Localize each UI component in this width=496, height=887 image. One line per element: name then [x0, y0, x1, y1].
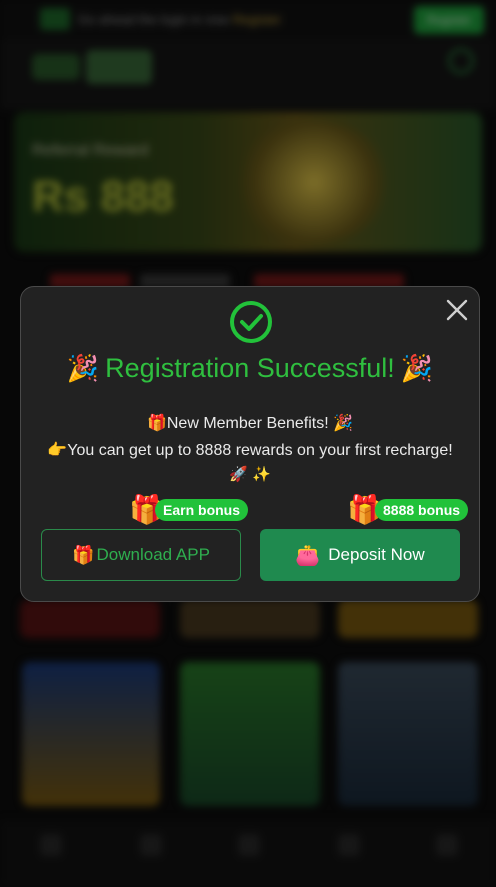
rocket-sparkle-icon: 🚀 ✨: [229, 466, 271, 483]
download-app-button[interactable]: 🎁 Download APP: [41, 529, 241, 581]
registration-success-dialog: 🎉 Registration Successful! 🎉 🎁New Member B…: [20, 286, 480, 602]
benefits-text: 🎁New Member Benefits! 🎉: [146, 415, 354, 432]
rewards-text: 👉You can get up to 8888 rewards on your …: [47, 442, 453, 459]
page: Go ahead the login in now Register Regis…: [0, 0, 496, 887]
bonus-amount-badge: 8888 bonus: [375, 499, 469, 521]
earn-bonus-badge: Earn bonus: [155, 499, 249, 521]
party-popper-icon: 🎉: [66, 353, 100, 383]
gift-icon: 🎁: [72, 544, 95, 565]
download-app-label: Download APP: [96, 545, 210, 564]
close-icon[interactable]: [444, 297, 470, 323]
dialog-title: Registration Successful!: [105, 353, 395, 383]
wallet-icon: 👛: [295, 544, 321, 567]
deposit-now-label: Deposit Now: [328, 545, 425, 564]
deposit-now-button[interactable]: 👛 Deposit Now: [260, 529, 460, 581]
earn-bonus-tag: 🎁 Earn bonus: [129, 493, 249, 527]
party-popper-icon: 🎉: [400, 353, 434, 383]
check-circle-icon: [230, 301, 272, 343]
bonus-amount-tag: 🎁 8888 bonus: [347, 493, 469, 527]
dialog-title-row: 🎉 Registration Successful! 🎉: [21, 353, 479, 384]
